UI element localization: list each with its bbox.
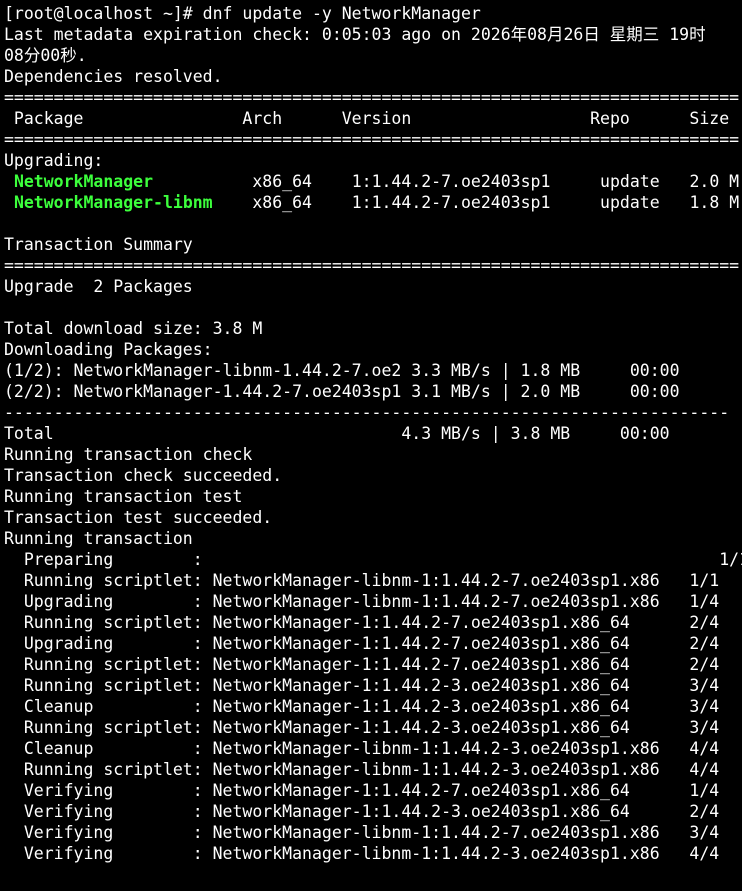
transaction-step: Running scriptlet: NetworkManager-1:1.44…: [4, 718, 720, 737]
transaction-step: Running scriptlet: NetworkManager-libnm-…: [4, 760, 720, 779]
terminal-window[interactable]: [root@localhost ~]# dnf update -y Networ…: [0, 0, 742, 891]
transaction-step: Cleanup : NetworkManager-libnm-1:1.44.2-…: [4, 739, 720, 758]
transaction-step: Running scriptlet: NetworkManager-1:1.44…: [4, 655, 720, 674]
separator-dash: ----------------------------------------…: [4, 403, 730, 422]
upgrading-label: Upgrading:: [4, 151, 104, 170]
transaction-step: Running scriptlet: NetworkManager-1:1.44…: [4, 613, 720, 632]
download-progress-2: (2/2): NetworkManager-1.44.2-7.oe2403sp1…: [4, 382, 680, 401]
transaction-step: Verifying : NetworkManager-libnm-1:1.44.…: [4, 823, 720, 842]
metadata-expiration-line: Last metadata expiration check: 0:05:03 …: [4, 25, 706, 44]
package-details: x86_64 1:1.44.2-7.oe2403sp1 update 2.0 M: [252, 172, 740, 191]
total-download-size: Total download size: 3.8 M: [4, 319, 263, 338]
download-progress-1: (1/2): NetworkManager-libnm-1.44.2-7.oe2…: [4, 361, 680, 380]
running-transaction-test: Running transaction test: [4, 487, 243, 506]
separator-double: ========================================…: [4, 256, 740, 275]
running-transaction-check: Running transaction check: [4, 445, 253, 464]
package-details: x86_64 1:1.44.2-7.oe2403sp1 update 1.8 M: [252, 193, 740, 212]
upgrade-count: Upgrade 2 Packages: [4, 277, 193, 296]
transaction-test-succeeded: Transaction test succeeded.: [4, 508, 273, 527]
transaction-step: Verifying : NetworkManager-1:1.44.2-7.oe…: [4, 781, 720, 800]
downloading-packages: Downloading Packages:: [4, 340, 213, 359]
package-row: NetworkManager-libnm x86_64 1:1.44.2-7.o…: [4, 192, 742, 213]
package-row: NetworkManager x86_64 1:1.44.2-7.oe2403s…: [4, 171, 742, 192]
separator-double: ========================================…: [4, 130, 740, 149]
transaction-step: Upgrading : NetworkManager-libnm-1:1.44.…: [4, 592, 720, 611]
transaction-step: Verifying : NetworkManager-libnm-1:1.44.…: [4, 844, 720, 863]
table-header: Package Arch Version Repo Size: [4, 109, 730, 128]
running-transaction: Running transaction: [4, 529, 193, 548]
metadata-expiration-line-cont: 08分00秒.: [4, 46, 87, 65]
transaction-summary: Transaction Summary: [4, 235, 193, 254]
transaction-step: Cleanup : NetworkManager-1:1.44.2-3.oe24…: [4, 697, 720, 716]
dependencies-resolved: Dependencies resolved.: [4, 67, 223, 86]
package-name: NetworkManager: [13, 172, 154, 191]
download-total: Total 4.3 MB/s | 3.8 MB 00:00: [4, 424, 670, 443]
command-prompt: [root@localhost ~]# dnf update -y Networ…: [4, 4, 481, 23]
transaction-step: Verifying : NetworkManager-1:1.44.2-3.oe…: [4, 802, 720, 821]
transaction-step: Preparing : 1/1: [4, 550, 742, 569]
transaction-step: Running scriptlet: NetworkManager-1:1.44…: [4, 676, 720, 695]
transaction-check-succeeded: Transaction check succeeded.: [4, 466, 283, 485]
separator-double: ========================================…: [4, 88, 740, 107]
package-name: NetworkManager-libnm: [13, 193, 213, 212]
transaction-step: Running scriptlet: NetworkManager-libnm-…: [4, 571, 720, 590]
transaction-step: Upgrading : NetworkManager-1:1.44.2-7.oe…: [4, 634, 720, 653]
